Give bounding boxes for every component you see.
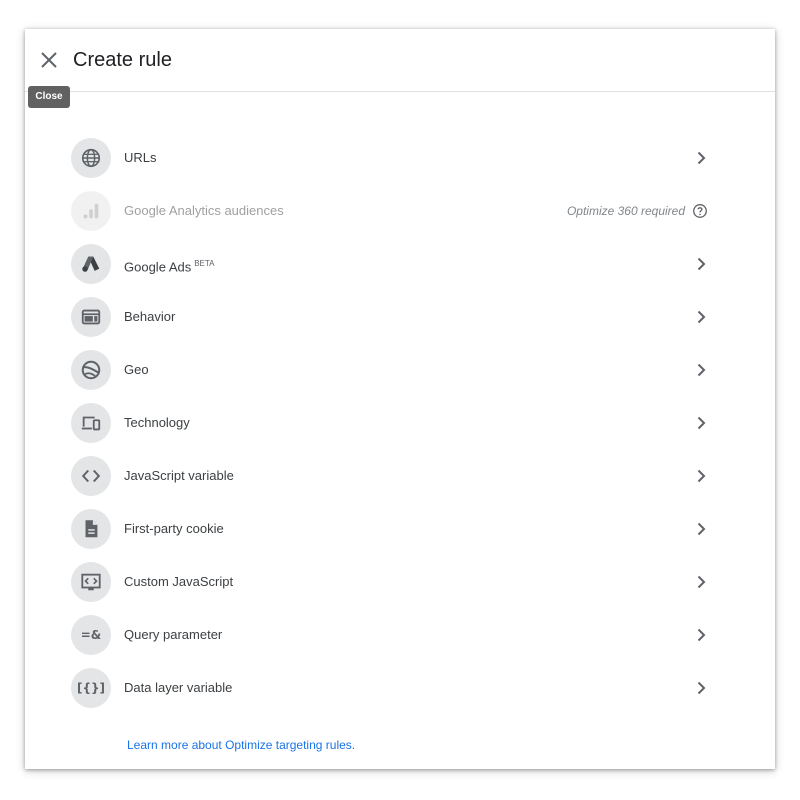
rule-item-label: Geo bbox=[124, 362, 149, 377]
rule-item-behavior[interactable]: Behavior bbox=[71, 291, 721, 344]
close-button[interactable] bbox=[37, 48, 61, 72]
dialog-title: Create rule bbox=[73, 49, 172, 71]
beta-badge: BETA bbox=[194, 259, 215, 268]
document-icon bbox=[71, 509, 111, 549]
rule-item-technology[interactable]: Technology bbox=[71, 397, 721, 450]
chevron-right-icon bbox=[697, 628, 706, 642]
rule-item-data-layer-variable[interactable]: [{}] Data layer variable bbox=[71, 662, 721, 715]
rule-item-label: First-party cookie bbox=[124, 521, 224, 536]
google-ads-icon bbox=[71, 244, 111, 284]
rule-item-geo[interactable]: Geo bbox=[71, 344, 721, 397]
rule-item-label: JavaScript variable bbox=[124, 468, 234, 483]
rule-item-analytics-audiences: Google Analytics audiences Optimize 360 … bbox=[71, 185, 721, 238]
learn-more-link[interactable]: Learn more about Optimize targeting rule… bbox=[127, 738, 355, 752]
query-parameter-icon-text: =& bbox=[80, 628, 102, 642]
page: Create rule Close URLs Google Analytics … bbox=[0, 0, 800, 800]
chevron-right-icon bbox=[697, 310, 706, 324]
close-tooltip: Close bbox=[28, 86, 70, 108]
code-icon bbox=[71, 456, 111, 496]
earth-icon bbox=[71, 350, 111, 390]
chevron-right-icon bbox=[697, 681, 706, 695]
rule-item-label: Data layer variable bbox=[124, 680, 233, 695]
rule-item-label: Google Ads BETA bbox=[124, 256, 215, 275]
rule-item-label: Behavior bbox=[124, 309, 176, 324]
rule-item-first-party-cookie[interactable]: First-party cookie bbox=[71, 503, 721, 556]
rule-item-urls[interactable]: URLs bbox=[71, 132, 721, 185]
devices-icon bbox=[71, 403, 111, 443]
rule-item-google-ads[interactable]: Google Ads BETA bbox=[71, 238, 721, 291]
optimize-360-required-note: Optimize 360 required bbox=[566, 204, 685, 218]
web-layout-icon bbox=[71, 297, 111, 337]
rule-item-label: URLs bbox=[124, 150, 157, 165]
globe-icon bbox=[71, 138, 111, 178]
rule-item-label: Query parameter bbox=[124, 627, 223, 642]
rule-item-label: Custom JavaScript bbox=[124, 574, 234, 589]
chevron-right-icon bbox=[697, 363, 706, 377]
create-rule-dialog: Create rule Close URLs Google Analytics … bbox=[25, 29, 775, 769]
query-parameter-icon: =& bbox=[71, 615, 111, 655]
rule-type-list: URLs Google Analytics audiences Optimize… bbox=[71, 132, 721, 715]
rule-item-query-parameter[interactable]: =& Query parameter bbox=[71, 609, 721, 662]
help-icon[interactable] bbox=[692, 203, 708, 219]
data-layer-icon-text: [{}] bbox=[76, 681, 106, 695]
chevron-right-icon bbox=[697, 575, 706, 589]
settings-ethernet-icon bbox=[71, 562, 111, 602]
analytics-icon bbox=[71, 191, 111, 231]
chevron-right-icon bbox=[697, 416, 706, 430]
close-icon bbox=[41, 52, 57, 68]
rule-item-label-text: Google Ads bbox=[124, 259, 192, 275]
chevron-right-icon bbox=[697, 469, 706, 483]
chevron-right-icon bbox=[697, 522, 706, 536]
rule-item-custom-javascript[interactable]: Custom JavaScript bbox=[71, 556, 721, 609]
data-layer-icon: [{}] bbox=[71, 668, 111, 708]
chevron-right-icon bbox=[697, 151, 706, 165]
rule-item-javascript-variable[interactable]: JavaScript variable bbox=[71, 450, 721, 503]
rule-item-label: Google Analytics audiences bbox=[124, 203, 284, 218]
dialog-header: Create rule bbox=[25, 29, 775, 92]
rule-item-label: Technology bbox=[124, 415, 190, 430]
chevron-right-icon bbox=[697, 257, 706, 271]
